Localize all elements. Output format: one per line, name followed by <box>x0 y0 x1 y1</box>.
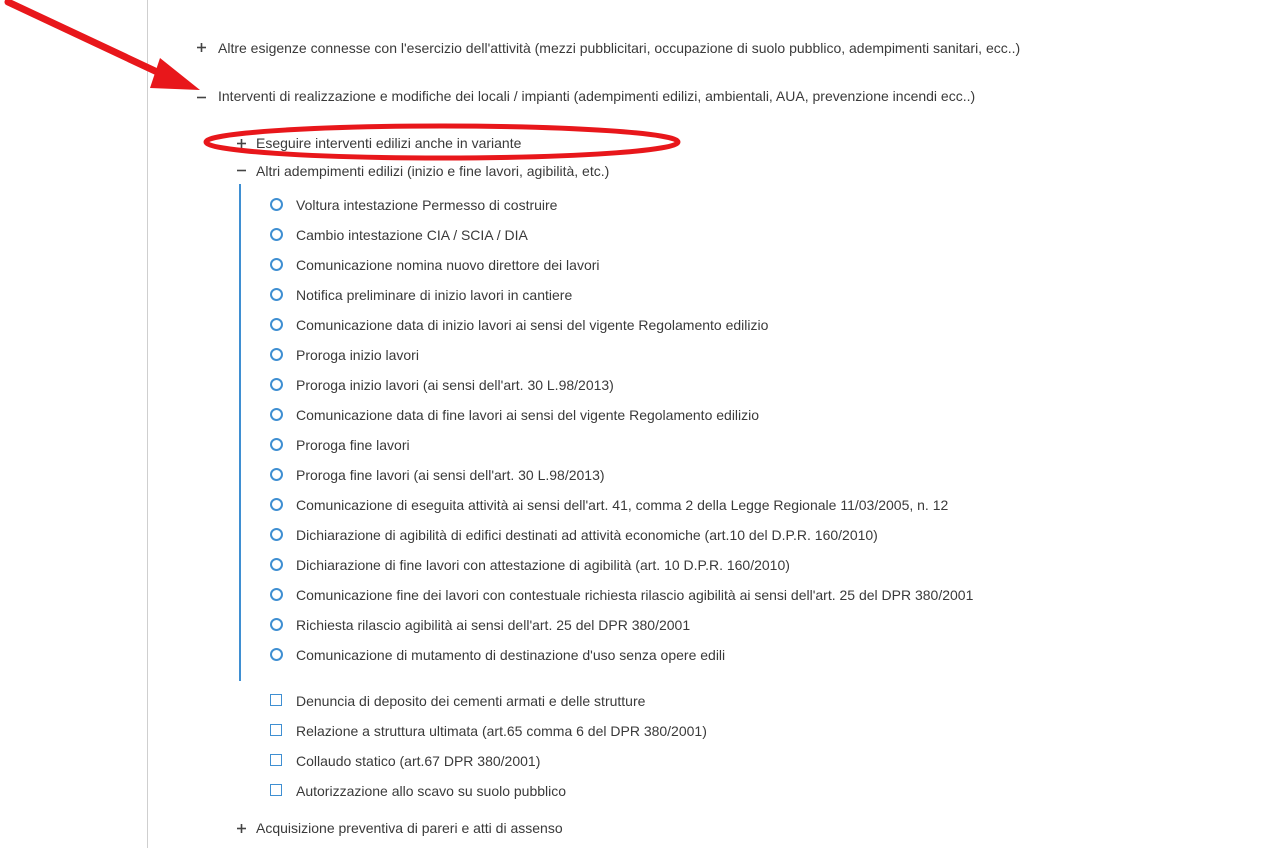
tree-leaf-item[interactable]: Proroga fine lavori <box>296 437 410 453</box>
square-bullet-icon <box>270 784 282 796</box>
circle-bullet-icon <box>270 318 283 331</box>
circle-bullet-icon <box>270 618 283 631</box>
tree-leaf-item[interactable]: Notifica preliminare di inizio lavori in… <box>296 287 572 303</box>
circle-bullet-icon <box>270 258 283 271</box>
tree-leaf-item[interactable]: Proroga fine lavori (ai sensi dell'art. … <box>296 467 605 483</box>
expand-icon[interactable] <box>197 43 206 52</box>
tree-item-eseguire-interventi[interactable]: Eseguire interventi edilizi anche in var… <box>256 135 521 151</box>
square-bullet-icon <box>270 754 282 766</box>
circle-bullet-icon <box>270 498 283 511</box>
expand-icon[interactable] <box>237 139 246 148</box>
tree-leaf-item[interactable]: Relazione a struttura ultimata (art.65 c… <box>296 723 707 739</box>
tree-leaf-item[interactable]: Voltura intestazione Permesso di costrui… <box>296 197 557 213</box>
tree-branch-line <box>239 184 241 681</box>
circle-bullet-icon <box>270 378 283 391</box>
collapse-icon[interactable] <box>197 93 206 102</box>
tree-leaf-item[interactable]: Dichiarazione di fine lavori con attesta… <box>296 557 790 573</box>
tree-leaf-item[interactable]: Richiesta rilascio agibilità ai sensi de… <box>296 617 690 633</box>
tree-item-acquisizione-preventiva[interactable]: Acquisizione preventiva di pareri e atti… <box>256 820 563 836</box>
tree-item-interventi[interactable]: Interventi di realizzazione e modifiche … <box>218 88 1138 122</box>
tree-leaf-item[interactable]: Dichiarazione di agibilità di edifici de… <box>296 527 878 543</box>
circle-bullet-icon <box>270 438 283 451</box>
annotation-overlay <box>4 0 681 161</box>
red-arrow-icon <box>4 0 200 90</box>
tree-leaf-item[interactable]: Denuncia di deposito dei cementi armati … <box>296 693 645 709</box>
circle-bullet-icon <box>270 558 283 571</box>
tree-leaf-item[interactable]: Comunicazione fine dei lavori con contes… <box>296 587 973 603</box>
tree-leaf-item[interactable]: Comunicazione nomina nuovo direttore dei… <box>296 257 600 273</box>
square-bullet-icon <box>270 694 282 706</box>
tree-leaf-item[interactable]: Autorizzazione allo scavo su suolo pubbl… <box>296 783 566 799</box>
page: Altre esigenze connesse con l'esercizio … <box>0 0 1281 848</box>
circle-bullet-icon <box>270 648 283 661</box>
circle-bullet-icon <box>270 468 283 481</box>
circle-bullet-icon <box>270 198 283 211</box>
circle-bullet-icon <box>270 228 283 241</box>
circle-bullet-icon <box>270 528 283 541</box>
expand-icon[interactable] <box>237 824 246 833</box>
square-bullet-icon <box>270 724 282 736</box>
tree-leaf-item[interactable]: Collaudo statico (art.67 DPR 380/2001) <box>296 753 540 769</box>
tree-leaf-item[interactable]: Comunicazione data di inizio lavori ai s… <box>296 317 768 333</box>
collapse-icon[interactable] <box>237 166 246 175</box>
circle-bullet-icon <box>270 288 283 301</box>
tree-leaf-item[interactable]: Comunicazione di eseguita attività ai se… <box>296 497 948 513</box>
tree-item-altri-adempimenti[interactable]: Altri adempimenti edilizi (inizio e fine… <box>256 163 609 179</box>
tree-item-altre-esigenze[interactable]: Altre esigenze connesse con l'esercizio … <box>218 40 1158 56</box>
tree-leaf-item[interactable]: Cambio intestazione CIA / SCIA / DIA <box>296 227 528 243</box>
tree-leaf-item[interactable]: Proroga inizio lavori (ai sensi dell'art… <box>296 377 614 393</box>
content-left-border <box>147 0 148 848</box>
circle-bullet-icon <box>270 348 283 361</box>
tree-leaf-item[interactable]: Comunicazione di mutamento di destinazio… <box>296 647 725 663</box>
circle-bullet-icon <box>270 588 283 601</box>
tree-leaf-item[interactable]: Comunicazione data di fine lavori ai sen… <box>296 407 759 423</box>
tree-leaf-item[interactable]: Proroga inizio lavori <box>296 347 419 363</box>
circle-bullet-icon <box>270 408 283 421</box>
